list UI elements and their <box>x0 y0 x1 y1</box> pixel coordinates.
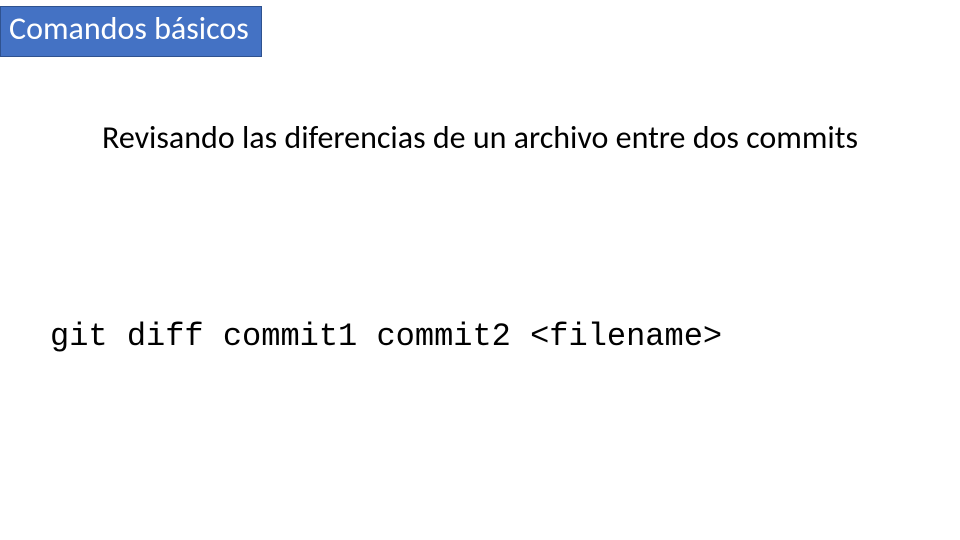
slide-header: Comandos básicos <box>0 6 262 57</box>
slide-subtitle: Revisando las diferencias de un archivo … <box>102 118 860 158</box>
command-text: git diff commit1 commit2 <filename> <box>50 318 722 356</box>
slide-title: Comandos básicos <box>9 9 249 48</box>
slide: Comandos básicos Revisando las diferenci… <box>0 0 960 540</box>
